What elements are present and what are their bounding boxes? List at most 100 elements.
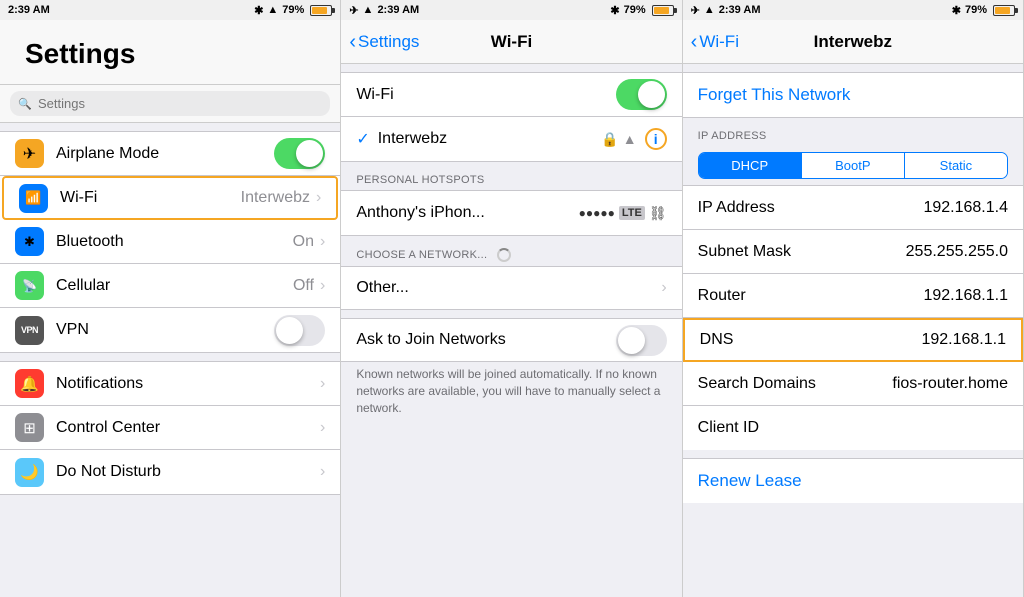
airplane-icon: ✈ bbox=[15, 139, 44, 168]
search-input[interactable] bbox=[10, 91, 330, 116]
wifi-nav: ‹ Settings Wi-Fi bbox=[341, 20, 681, 64]
search-wrap bbox=[10, 91, 330, 116]
interwebz-nav: ‹ Wi-Fi Interwebz bbox=[683, 20, 1023, 64]
hotspots-group: Anthony's iPhon... ●●●●● LTE ⛓ bbox=[341, 190, 681, 236]
wifi-toggle-row[interactable]: Wi-Fi bbox=[341, 73, 681, 117]
ask-label: Ask to Join Networks bbox=[356, 331, 615, 349]
ip-address-value: 192.168.1.4 bbox=[923, 199, 1008, 217]
wifi-back-arrow: ‹ bbox=[349, 32, 356, 52]
ask-section: Ask to Join Networks Known networks will… bbox=[341, 318, 681, 424]
wifi-row[interactable]: 📶 Wi-Fi Interwebz › bbox=[2, 176, 338, 220]
network-row[interactable]: ✓ Interwebz 🔒 ▲ i bbox=[341, 117, 681, 161]
hotspot-signal: ●●●●● bbox=[579, 206, 615, 220]
settings-nav: Settings bbox=[0, 20, 340, 85]
wifi-toggle[interactable] bbox=[616, 79, 667, 110]
notifications-label: Notifications bbox=[56, 375, 320, 393]
cellular-label: Cellular bbox=[56, 277, 293, 295]
bootp-tab[interactable]: BootP bbox=[801, 153, 905, 178]
subnet-mask-value: 255.255.255.0 bbox=[906, 243, 1008, 261]
search-bar bbox=[0, 85, 340, 123]
do-not-disturb-row[interactable]: 🌙 Do Not Disturb › bbox=[0, 450, 340, 494]
cellular-row[interactable]: 📡 Cellular Off › bbox=[0, 264, 340, 308]
interwebz-back-button[interactable]: ‹ Wi-Fi bbox=[691, 32, 739, 52]
ask-row[interactable]: Ask to Join Networks bbox=[341, 318, 681, 362]
settings-group-2: 🔔 Notifications › ⊞ Control Center › 🌙 D… bbox=[0, 361, 340, 495]
notifications-row[interactable]: 🔔 Notifications › bbox=[0, 362, 340, 406]
cellular-value: Off bbox=[293, 277, 314, 295]
other-row[interactable]: Other... › bbox=[341, 266, 681, 310]
ip-address-row[interactable]: IP Address 192.168.1.4 bbox=[683, 186, 1023, 230]
vpn-toggle[interactable] bbox=[274, 315, 325, 346]
dns-row[interactable]: DNS 192.168.1.1 bbox=[683, 318, 1023, 362]
wifi-settings-icon: 📶 bbox=[19, 184, 48, 213]
dhcp-tab[interactable]: DHCP bbox=[699, 153, 801, 178]
wifi-value: Interwebz bbox=[241, 189, 310, 207]
vpn-row[interactable]: VPN VPN bbox=[0, 308, 340, 352]
wifi-panel: ✈ ▲ 2:39 AM ✱ 79% ‹ Settings Wi-Fi Wi-Fi bbox=[341, 0, 682, 597]
status-right-1: ✱ ▲ 79% bbox=[254, 4, 332, 17]
airplane-status-2: ✈ bbox=[349, 4, 358, 17]
settings-table-group-2: 🔔 Notifications › ⊞ Control Center › 🌙 D… bbox=[0, 361, 340, 495]
wifi-icon-1: ▲ bbox=[267, 4, 278, 16]
status-bar-2: ✈ ▲ 2:39 AM ✱ 79% bbox=[341, 0, 681, 20]
status-left-2: ✈ ▲ 2:39 AM bbox=[349, 4, 419, 17]
other-label: Other... bbox=[356, 279, 661, 297]
router-row[interactable]: Router 192.168.1.1 bbox=[683, 274, 1023, 318]
search-domains-row[interactable]: Search Domains fios-router.home bbox=[683, 362, 1023, 406]
dns-value: 192.168.1.1 bbox=[921, 331, 1006, 349]
interwebz-content: Forget This Network IP ADDRESS DHCP Boot… bbox=[683, 64, 1023, 597]
airplane-toggle[interactable] bbox=[274, 138, 325, 169]
wifi-status-2: ▲ bbox=[363, 4, 374, 16]
ask-note: Known networks will be joined automatica… bbox=[341, 362, 681, 424]
settings-group-1: ✈ Airplane Mode 📶 Wi-Fi Interwebz › ✱ bbox=[0, 131, 340, 353]
wifi-toggle-group: Wi-Fi ✓ Interwebz 🔒 ▲ i bbox=[341, 72, 681, 162]
battery-icon-3 bbox=[993, 5, 1015, 16]
ask-toggle[interactable] bbox=[616, 325, 667, 356]
battery-icon-2 bbox=[652, 5, 674, 16]
forget-button[interactable]: Forget This Network bbox=[683, 72, 1023, 118]
bluetooth-label: Bluetooth bbox=[56, 233, 293, 251]
network-icons: 🔒 ▲ bbox=[601, 131, 636, 148]
hotspot-row[interactable]: Anthony's iPhon... ●●●●● LTE ⛓ bbox=[341, 191, 681, 235]
lock-icon: 🔒 bbox=[601, 131, 618, 148]
status-time-2: 2:39 AM bbox=[377, 4, 419, 16]
other-chevron: › bbox=[661, 279, 666, 297]
do-not-disturb-icon: 🌙 bbox=[15, 458, 44, 487]
router-label: Router bbox=[698, 287, 924, 305]
do-not-disturb-chevron: › bbox=[320, 463, 325, 481]
choose-header: CHOOSE A NETWORK... bbox=[341, 244, 681, 266]
settings-panel: 2:39 AM ✱ ▲ 79% Settings ✈ Airplane Mode bbox=[0, 0, 341, 597]
search-domains-label: Search Domains bbox=[698, 375, 893, 393]
airplane-mode-row[interactable]: ✈ Airplane Mode bbox=[0, 132, 340, 176]
hotspot-name: Anthony's iPhon... bbox=[356, 204, 578, 222]
settings-table-group-1: ✈ Airplane Mode 📶 Wi-Fi Interwebz › ✱ bbox=[0, 131, 340, 353]
status-bar-3: ✈ ▲ 2:39 AM ✱ 79% bbox=[683, 0, 1023, 20]
control-center-row[interactable]: ⊞ Control Center › bbox=[0, 406, 340, 450]
bluetooth-row[interactable]: ✱ Bluetooth On › bbox=[0, 220, 340, 264]
status-time-1: 2:39 AM bbox=[8, 4, 50, 16]
network-checkmark: ✓ bbox=[356, 129, 369, 149]
battery-text-2: 79% bbox=[624, 4, 646, 16]
settings-content: ✈ Airplane Mode 📶 Wi-Fi Interwebz › ✱ bbox=[0, 123, 340, 597]
interwebz-back-label: Wi-Fi bbox=[699, 32, 739, 52]
wifi-status-3: ▲ bbox=[704, 4, 715, 16]
wifi-nav-title: Wi-Fi bbox=[491, 32, 532, 52]
client-id-row[interactable]: Client ID bbox=[683, 406, 1023, 450]
dns-label: DNS bbox=[700, 331, 922, 349]
notifications-icon: 🔔 bbox=[15, 369, 44, 398]
renew-lease-label: Renew Lease bbox=[698, 471, 802, 490]
subnet-mask-label: Subnet Mask bbox=[698, 243, 906, 261]
network-info-button[interactable]: i bbox=[645, 128, 667, 150]
status-right-2: ✱ 79% bbox=[610, 4, 673, 17]
do-not-disturb-label: Do Not Disturb bbox=[56, 463, 320, 481]
choose-section: CHOOSE A NETWORK... Other... › bbox=[341, 244, 681, 310]
static-tab[interactable]: Static bbox=[905, 153, 1007, 178]
renew-lease-row[interactable]: Renew Lease bbox=[683, 458, 1023, 503]
bluetooth-icon-1: ✱ bbox=[254, 4, 263, 17]
ip-section-header: IP ADDRESS bbox=[683, 118, 1023, 146]
wifi-back-button[interactable]: ‹ Settings bbox=[349, 32, 419, 52]
subnet-mask-row[interactable]: Subnet Mask 255.255.255.0 bbox=[683, 230, 1023, 274]
bluetooth-icon-3: ✱ bbox=[952, 4, 961, 17]
hotspots-section: PERSONAL HOTSPOTS Anthony's iPhon... ●●●… bbox=[341, 170, 681, 236]
search-domains-value: fios-router.home bbox=[892, 375, 1008, 393]
